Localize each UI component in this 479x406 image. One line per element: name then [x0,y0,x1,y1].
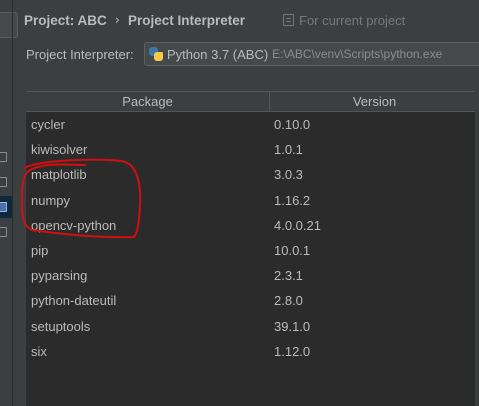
table-row[interactable]: numpy 1.16.2 [26,188,479,213]
table-row[interactable]: pip 10.0.1 [26,238,479,263]
breadcrumb-page-title: Project Interpreter [127,12,246,28]
settings-dialog: Project: ABC › Project Interpreter For c… [0,0,479,406]
package-version: 1.12.0 [274,343,311,359]
package-name: pyparsing [31,268,88,284]
table-row[interactable]: cycler 0.10.0 [26,112,479,137]
table-row[interactable]: pyparsing 2.3.1 [26,263,479,288]
package-name: opencv-python [31,217,117,233]
package-version: 3.0.3 [274,167,303,183]
interpreter-path: E:\ABC\venv\Scripts\python.exe [272,47,443,61]
interpreter-select[interactable]: Python 3.7 (ABC) E:\ABC\venv\Scripts\pyt… [144,42,479,66]
table-row[interactable]: setuptools 39.1.0 [26,314,479,339]
tree-item-icon-selected[interactable] [0,202,7,212]
table-row[interactable]: python-dateutil 2.8.0 [26,288,479,313]
tree-item-icon[interactable] [0,177,7,187]
settings-tree-strip [0,0,18,406]
package-version: 4.0.0.21 [274,217,321,233]
interpreter-label: Project Interpreter: [26,46,134,62]
table-row[interactable]: kiwisolver 1.0.1 [26,137,479,162]
tree-item-icon[interactable] [0,152,7,162]
breadcrumb-separator: › [114,12,120,28]
package-name: six [31,343,47,359]
package-name: python-dateutil [31,293,117,309]
package-version: 39.1.0 [274,318,311,334]
package-name: setuptools [31,318,91,334]
package-version: 2.3.1 [274,268,303,284]
column-header-version[interactable]: Version [270,92,479,111]
interpreter-row: Project Interpreter: Python 3.7 (ABC) E:… [14,42,479,66]
interpreter-name: Python 3.7 (ABC) [167,46,269,62]
scope-label: For current project [299,12,406,28]
package-version: 2.8.0 [274,293,303,309]
package-version: 1.0.1 [274,142,303,158]
scope-indicator: For current project [283,13,405,28]
package-name: pip [31,243,49,259]
python-icon [149,47,163,61]
settings-header: Project: ABC › Project Interpreter For c… [14,0,479,40]
package-name: matplotlib [31,167,87,183]
package-version: 10.0.1 [274,243,311,259]
package-version: 0.10.0 [274,117,311,133]
package-name: numpy [31,192,71,208]
package-version: 1.16.2 [274,192,311,208]
table-header: Package Version [26,92,479,112]
table-row[interactable]: opencv-python 4.0.0.21 [26,213,479,238]
table-row[interactable]: matplotlib 3.0.3 [26,162,479,187]
splitter[interactable] [12,0,13,406]
table-row[interactable]: six 1.12.0 [26,339,479,364]
column-header-package[interactable]: Package [26,92,270,111]
breadcrumb-project: Project: ABC [24,12,107,28]
document-icon [283,14,295,26]
packages-table[interactable]: Package Version cycler 0.10.0 kiwisolver 1.… [26,91,479,406]
table-body: cycler 0.10.0 kiwisolver 1.0.1 matplotlib 3.0… [26,112,479,364]
window-edge [475,91,479,406]
package-name: kiwisolver [31,142,88,158]
tree-item-icon[interactable] [0,227,7,237]
package-name: cycler [31,117,65,133]
